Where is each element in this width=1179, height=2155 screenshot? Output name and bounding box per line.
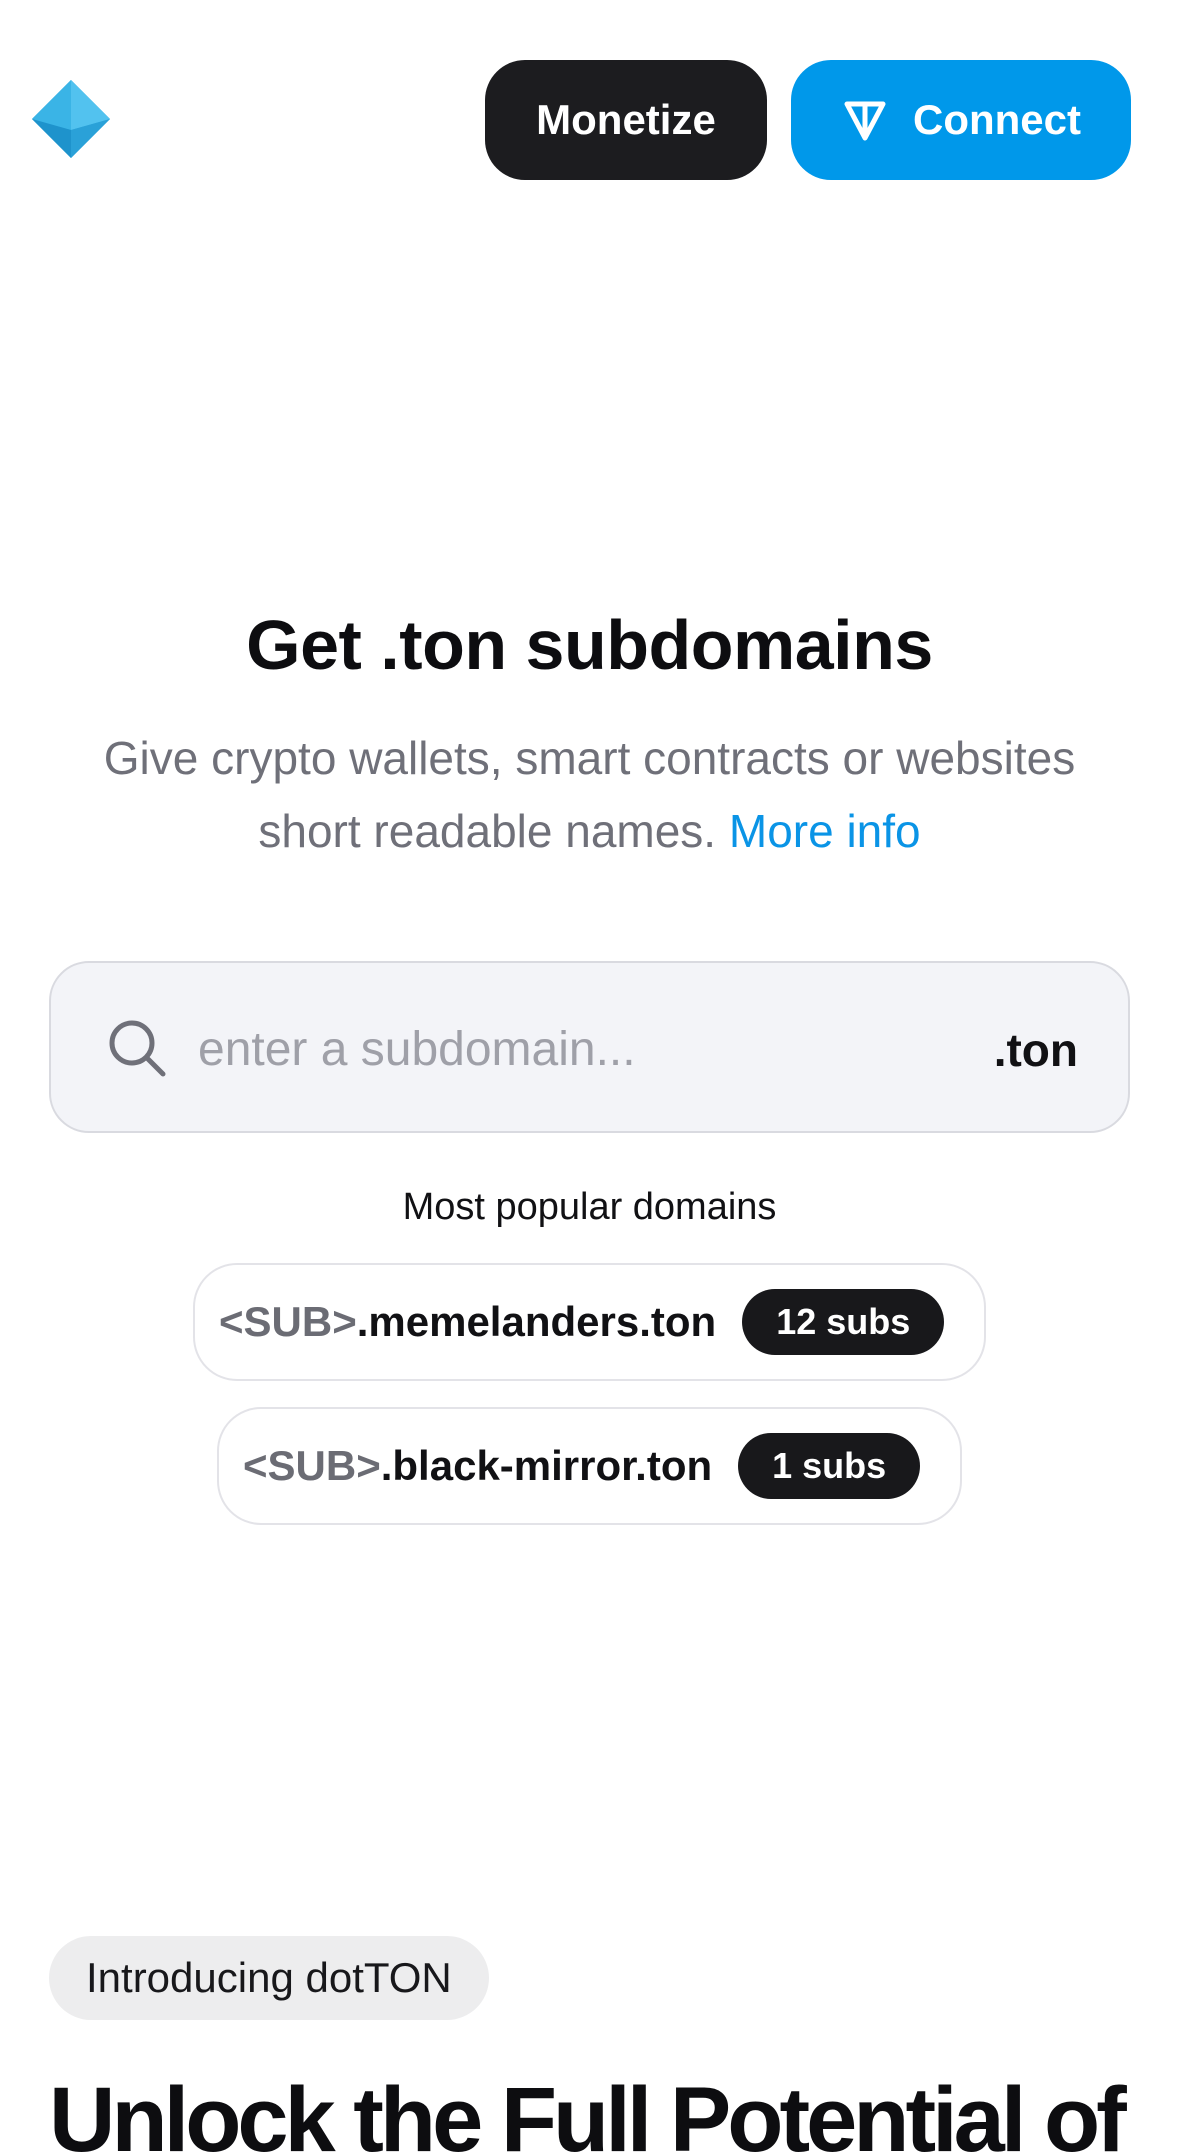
- domain-prefix: <SUB>: [243, 1442, 381, 1489]
- page: Monetize Connect Get .ton subdomains Giv…: [0, 0, 1179, 2155]
- more-info-link[interactable]: More info: [729, 805, 921, 857]
- connect-button-label: Connect: [913, 96, 1081, 143]
- domain-suffix: .memelanders.ton: [356, 1298, 717, 1345]
- domain-suffix: .black-mirror.ton: [380, 1442, 713, 1489]
- connect-button[interactable]: Connect: [791, 60, 1131, 180]
- ton-icon: [841, 96, 889, 144]
- subs-count-badge: 12 subs: [742, 1289, 945, 1355]
- page-title: Get .ton subdomains: [246, 606, 933, 684]
- popular-domains-label: Most popular domains: [402, 1186, 777, 1228]
- hero-subtitle-text: Give crypto wallets, smart contracts or …: [103, 732, 1076, 857]
- domain-prefix: <SUB>: [219, 1298, 357, 1345]
- subdomain-search-input[interactable]: [196, 1003, 1000, 1095]
- intro-badge: Introducing dotTON: [49, 1936, 489, 2020]
- hero-subtitle: Give crypto wallets, smart contracts or …: [90, 722, 1089, 868]
- intro-heading: Unlock the Full Potential of: [49, 2069, 1127, 2155]
- ton-suffix: .ton: [993, 1024, 1078, 1076]
- subdomain-search-box[interactable]: .ton: [49, 961, 1130, 1133]
- popular-domain-item[interactable]: <SUB>.memelanders.ton 12 subs: [193, 1263, 986, 1381]
- monetize-button-label: Monetize: [536, 96, 716, 143]
- popular-domain-item[interactable]: <SUB>.black-mirror.ton 1 subs: [217, 1407, 962, 1525]
- domain-name: <SUB>.memelanders.ton: [219, 1298, 716, 1346]
- monetize-button[interactable]: Monetize: [485, 60, 767, 180]
- domain-name: <SUB>.black-mirror.ton: [243, 1442, 712, 1490]
- search-icon: [106, 1017, 168, 1079]
- subs-count-badge: 1 subs: [738, 1433, 921, 1499]
- diamond-logo-icon[interactable]: [30, 78, 112, 160]
